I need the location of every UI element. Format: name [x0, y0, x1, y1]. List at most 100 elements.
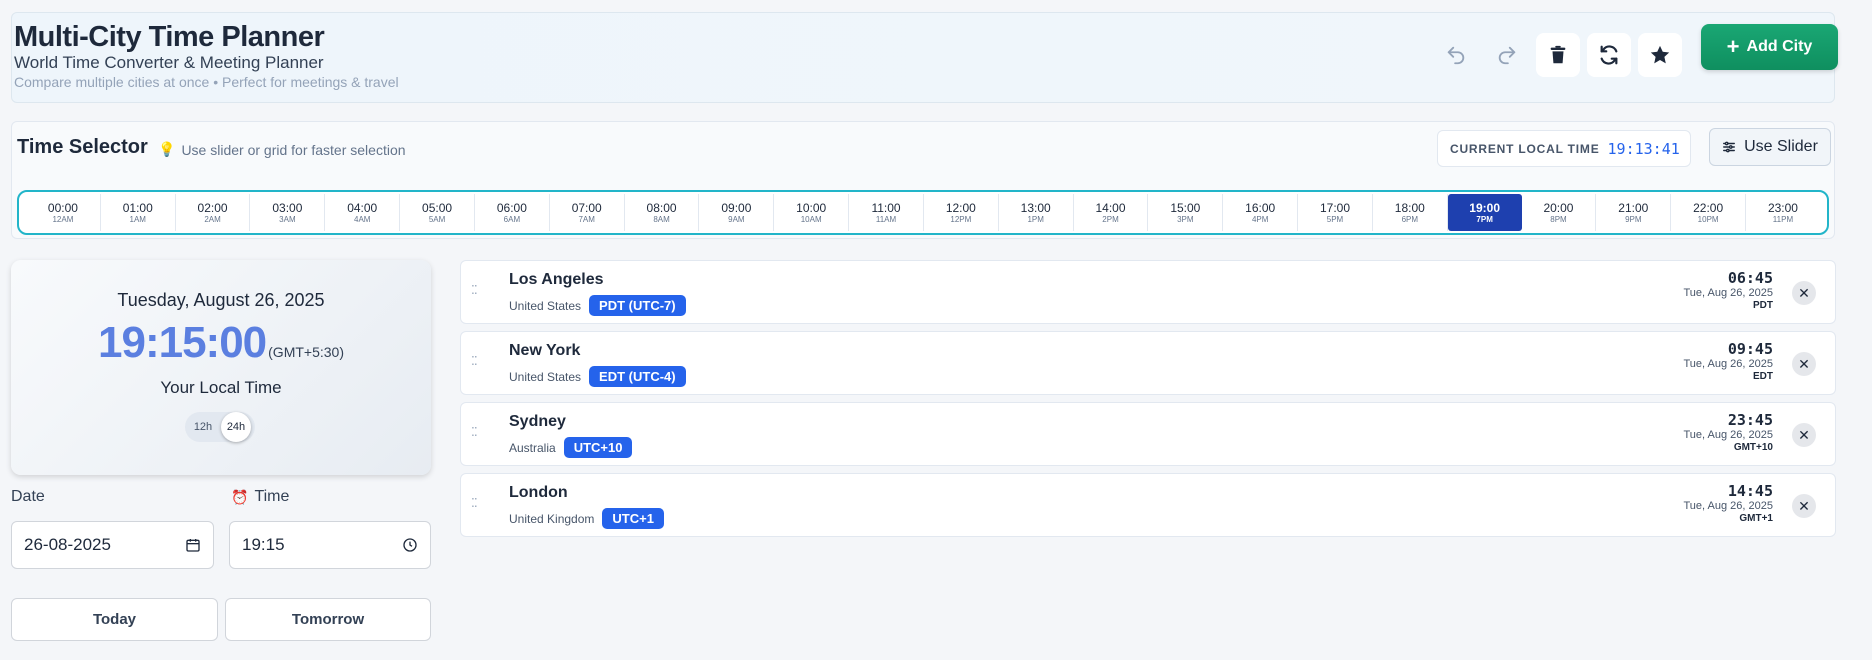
hour-12h: 5AM	[428, 214, 446, 224]
hour-cell[interactable]: 17:00 5PM	[1298, 194, 1373, 231]
hour-24h: 12:00	[945, 200, 976, 215]
drag-handle-icon[interactable]: ⁚⁚	[471, 283, 478, 297]
hour-cell[interactable]: 19:00 7PM	[1447, 194, 1522, 231]
redo-button[interactable]	[1485, 33, 1529, 77]
clock-icon[interactable]	[402, 537, 418, 553]
add-city-button[interactable]: + Add City	[1701, 24, 1838, 70]
date-value: 26-08-2025	[24, 535, 111, 554]
hour-grid: 00:00 12AM 01:00 1AM 02:00 2AM 03:00 3AM 04:00 4A…	[17, 190, 1829, 235]
city-row[interactable]: ⁚⁚ Los Angeles United States PDT (UTC-7) 06:…	[460, 260, 1836, 324]
hour-cell[interactable]: 00:00 12AM	[26, 194, 101, 231]
hour-24h: 05:00	[422, 200, 453, 215]
hour-cell[interactable]: 04:00 4AM	[325, 194, 401, 231]
remove-city-button[interactable]: ✕	[1792, 352, 1816, 376]
favorite-button[interactable]	[1638, 33, 1682, 77]
hour-cell[interactable]: 16:00 4PM	[1223, 194, 1299, 231]
timezone-badge: PDT (UTC-7)	[589, 295, 686, 316]
today-button[interactable]: Today	[11, 598, 218, 641]
refresh-button[interactable]	[1587, 33, 1631, 77]
time-label-text: Time	[254, 488, 290, 505]
remove-city-button[interactable]: ✕	[1792, 494, 1816, 518]
calendar-icon[interactable]	[185, 537, 201, 553]
remove-city-button[interactable]: ✕	[1792, 423, 1816, 447]
close-icon: ✕	[1798, 355, 1810, 372]
hour-cell[interactable]: 05:00 5AM	[400, 194, 475, 231]
city-date: Tue, Aug 26, 2025	[1683, 287, 1774, 299]
city-row[interactable]: ⁚⁚ London United Kingdom UTC+1 14:45 Tue, Aug…	[460, 473, 1836, 537]
hour-cell[interactable]: 10:00 10AM	[774, 194, 850, 231]
hour-12h: 7PM	[1476, 214, 1493, 224]
hour-cell[interactable]: 08:00 8AM	[625, 194, 700, 231]
date-input[interactable]: 26-08-2025	[11, 521, 214, 569]
app-page: Multi-City Time Planner World Time Conve…	[0, 0, 1872, 660]
hour-24h: 09:00	[721, 200, 752, 215]
hour-24h: 01:00	[122, 200, 153, 215]
add-city-label: Add City	[1746, 38, 1813, 55]
app-title: Multi-City Time Planner	[14, 21, 325, 53]
close-icon: ✕	[1798, 497, 1810, 514]
toggle-24h[interactable]: 24h	[221, 412, 251, 442]
hour-cell[interactable]: 15:00 3PM	[1148, 194, 1224, 231]
local-time-row: 19:15:00 (GMT+5:30)	[11, 318, 431, 368]
hour-cell[interactable]: 03:00 3AM	[250, 194, 326, 231]
hour-cell[interactable]: 22:00 10PM	[1671, 194, 1747, 231]
hour-format-toggle[interactable]: 12h 24h	[185, 412, 255, 442]
current-time-value: 19:13:41	[1607, 139, 1680, 158]
hour-cell[interactable]: 07:00 7AM	[550, 194, 625, 231]
hour-24h: 17:00	[1319, 200, 1350, 215]
hour-12h: 11AM	[875, 214, 897, 224]
city-time: 09:45	[1727, 340, 1773, 358]
hour-cell[interactable]: 13:00 1PM	[999, 194, 1074, 231]
hour-12h: 2PM	[1102, 214, 1119, 224]
hour-cell[interactable]: 06:00 6AM	[475, 194, 550, 231]
hour-cell[interactable]: 21:00 9PM	[1596, 194, 1672, 231]
city-time-block: 09:45 Tue, Aug 26, 2025 EDT	[1684, 341, 1774, 383]
local-offset: (GMT+5:30)	[268, 344, 344, 360]
hour-12h: 10PM	[1697, 214, 1719, 224]
undo-button[interactable]	[1434, 33, 1478, 77]
city-time: 14:45	[1727, 482, 1773, 500]
hour-12h: 6AM	[503, 214, 521, 224]
city-row[interactable]: ⁚⁚ New York United States EDT (UTC-4) 09:45 T…	[460, 331, 1836, 395]
hour-12h: 5PM	[1326, 214, 1344, 224]
hour-cell[interactable]: 23:00 11PM	[1746, 194, 1820, 231]
city-date: Tue, Aug 26, 2025	[1683, 429, 1774, 441]
hour-24h: 18:00	[1394, 200, 1425, 215]
city-row[interactable]: ⁚⁚ Sydney Australia UTC+10 23:45 Tue, Aug 26,…	[460, 402, 1836, 466]
close-icon: ✕	[1798, 284, 1810, 301]
use-slider-button[interactable]: Use Slider	[1709, 128, 1831, 166]
hour-12h: 8PM	[1550, 214, 1567, 224]
hour-cell[interactable]: 20:00 8PM	[1522, 194, 1597, 231]
time-selector: Time Selector 💡 Use slider or grid for f…	[11, 121, 1835, 239]
city-time: 23:45	[1727, 411, 1773, 429]
alarm-clock-icon: ⏰	[231, 488, 249, 505]
city-time: 06:45	[1727, 269, 1773, 287]
hour-cell[interactable]: 09:00 9AM	[699, 194, 775, 231]
delete-button[interactable]	[1536, 33, 1580, 77]
drag-handle-icon[interactable]: ⁚⁚	[471, 496, 478, 510]
hour-12h: 7AM	[578, 214, 595, 224]
hour-cell[interactable]: 11:00 11AM	[849, 194, 924, 231]
city-country: United States	[509, 369, 582, 384]
hour-cell[interactable]: 01:00 1AM	[101, 194, 176, 231]
remove-city-button[interactable]: ✕	[1792, 281, 1816, 305]
hour-24h: 13:00	[1020, 200, 1051, 215]
hour-12h: 1AM	[129, 214, 146, 224]
city-country: Australia	[509, 440, 556, 455]
hour-cell[interactable]: 14:00 2PM	[1074, 194, 1149, 231]
city-time-block: 06:45 Tue, Aug 26, 2025 PDT	[1684, 270, 1774, 312]
toggle-12h[interactable]: 12h	[185, 421, 221, 433]
time-input[interactable]: 19:15	[229, 521, 431, 569]
hour-cell[interactable]: 18:00 6PM	[1373, 194, 1448, 231]
hour-cell[interactable]: 02:00 2AM	[176, 194, 251, 231]
city-date: Tue, Aug 26, 2025	[1683, 500, 1774, 512]
city-name: Los Angeles	[509, 271, 604, 288]
hour-24h: 23:00	[1767, 200, 1798, 215]
drag-handle-icon[interactable]: ⁚⁚	[471, 354, 478, 368]
drag-handle-icon[interactable]: ⁚⁚	[471, 425, 478, 439]
city-meta: Australia UTC+10	[509, 437, 633, 458]
hour-cell[interactable]: 12:00 12PM	[924, 194, 999, 231]
tomorrow-button[interactable]: Tomorrow	[225, 598, 431, 641]
date-label-text: Date	[11, 488, 45, 505]
hour-12h: 8AM	[653, 214, 670, 224]
